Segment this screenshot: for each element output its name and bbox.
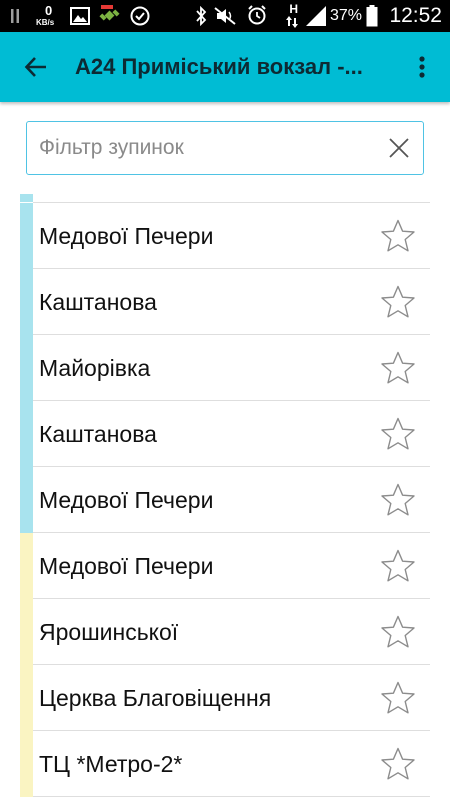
net-speed-unit: KB/s [36, 18, 55, 27]
clear-filter-button[interactable] [383, 132, 415, 164]
route-segment-marker [20, 203, 33, 269]
stop-list-item[interactable]: Церква Благовіщення [20, 665, 430, 731]
alarm-icon [248, 5, 266, 25]
favorite-button[interactable] [380, 350, 416, 386]
star-outline-icon [381, 549, 415, 582]
route-segment-marker [20, 194, 33, 202]
image-icon [70, 7, 90, 25]
stop-list-item[interactable]: Каштанова [20, 269, 430, 335]
star-outline-icon [381, 681, 415, 714]
satellite-icon [99, 5, 120, 21]
close-icon [389, 138, 409, 158]
stop-list-item[interactable]: Ярошинської [20, 599, 430, 665]
more-vert-icon [419, 56, 425, 78]
stop-name: Медової Печери [39, 553, 214, 579]
route-segment-marker [20, 335, 33, 401]
favorite-button[interactable] [380, 614, 416, 650]
star-outline-icon [381, 483, 415, 516]
stop-list-item[interactable]: Медової Печери [20, 533, 430, 599]
stop-list-item[interactable]: ТЦ *Метро-2* [20, 731, 430, 797]
stop-list-item[interactable]: Медової Печери [20, 467, 430, 533]
star-outline-icon [381, 219, 415, 252]
favorite-button[interactable] [380, 218, 416, 254]
stop-name: Майорівка [39, 355, 151, 381]
route-segment-marker [20, 665, 33, 731]
star-outline-icon [381, 417, 415, 450]
overflow-menu-button[interactable] [402, 43, 442, 91]
stop-list-item[interactable]: Медової Печери [20, 203, 430, 269]
net-speed-value: 0 [45, 3, 53, 18]
signal-icon [306, 6, 326, 26]
bluetooth-icon [196, 6, 207, 26]
favorite-button[interactable] [380, 746, 416, 782]
stop-name: ТЦ *Метро-2* [39, 751, 183, 777]
route-segment-marker [20, 533, 33, 599]
route-segment-marker [20, 731, 33, 797]
favorite-button[interactable] [380, 548, 416, 584]
star-outline-icon [381, 351, 415, 384]
list-divider [33, 796, 430, 797]
stop-list-item[interactable]: Майорівка [20, 335, 430, 401]
route-segment-marker [20, 467, 33, 533]
check-circle-icon [130, 6, 150, 26]
pause-icon [11, 9, 19, 23]
network-type: H [289, 2, 298, 16]
page-title: А24 Приміський вокзал -... [75, 54, 363, 79]
favorite-button[interactable] [380, 680, 416, 716]
favorite-button[interactable] [380, 284, 416, 320]
stop-name: Медової Печери [39, 487, 214, 513]
battery-icon [366, 5, 378, 27]
star-outline-icon [381, 285, 415, 318]
stop-filter [26, 121, 424, 175]
battery-percent: 37% [329, 7, 362, 24]
arrow-left-icon [24, 57, 46, 77]
mute-icon [214, 7, 236, 25]
favorite-button[interactable] [380, 482, 416, 518]
stop-name: Церква Благовіщення [39, 685, 272, 711]
status-bar: 0 KB/s H 37% 12:52 [0, 0, 450, 32]
stop-name: Каштанова [39, 289, 157, 315]
stop-filter-input[interactable] [39, 122, 369, 173]
clock: 12:52 [389, 4, 442, 27]
stop-name: Ярошинської [39, 619, 179, 645]
stop-list[interactable]: Медової Печери Каштанова Майорівка Кашта… [0, 194, 450, 800]
star-outline-icon [381, 615, 415, 648]
route-segment-marker [20, 269, 33, 335]
star-outline-icon [381, 747, 415, 780]
back-button[interactable] [12, 43, 60, 91]
stop-name: Каштанова [39, 421, 157, 447]
route-segment-marker [20, 401, 33, 467]
stop-name: Медової Печери [39, 223, 214, 249]
data-arrows-icon [286, 16, 298, 28]
route-segment-marker [20, 599, 33, 665]
favorite-button[interactable] [380, 416, 416, 452]
app-bar: А24 Приміський вокзал -... [0, 32, 450, 102]
stop-list-item[interactable]: Каштанова [20, 401, 430, 467]
